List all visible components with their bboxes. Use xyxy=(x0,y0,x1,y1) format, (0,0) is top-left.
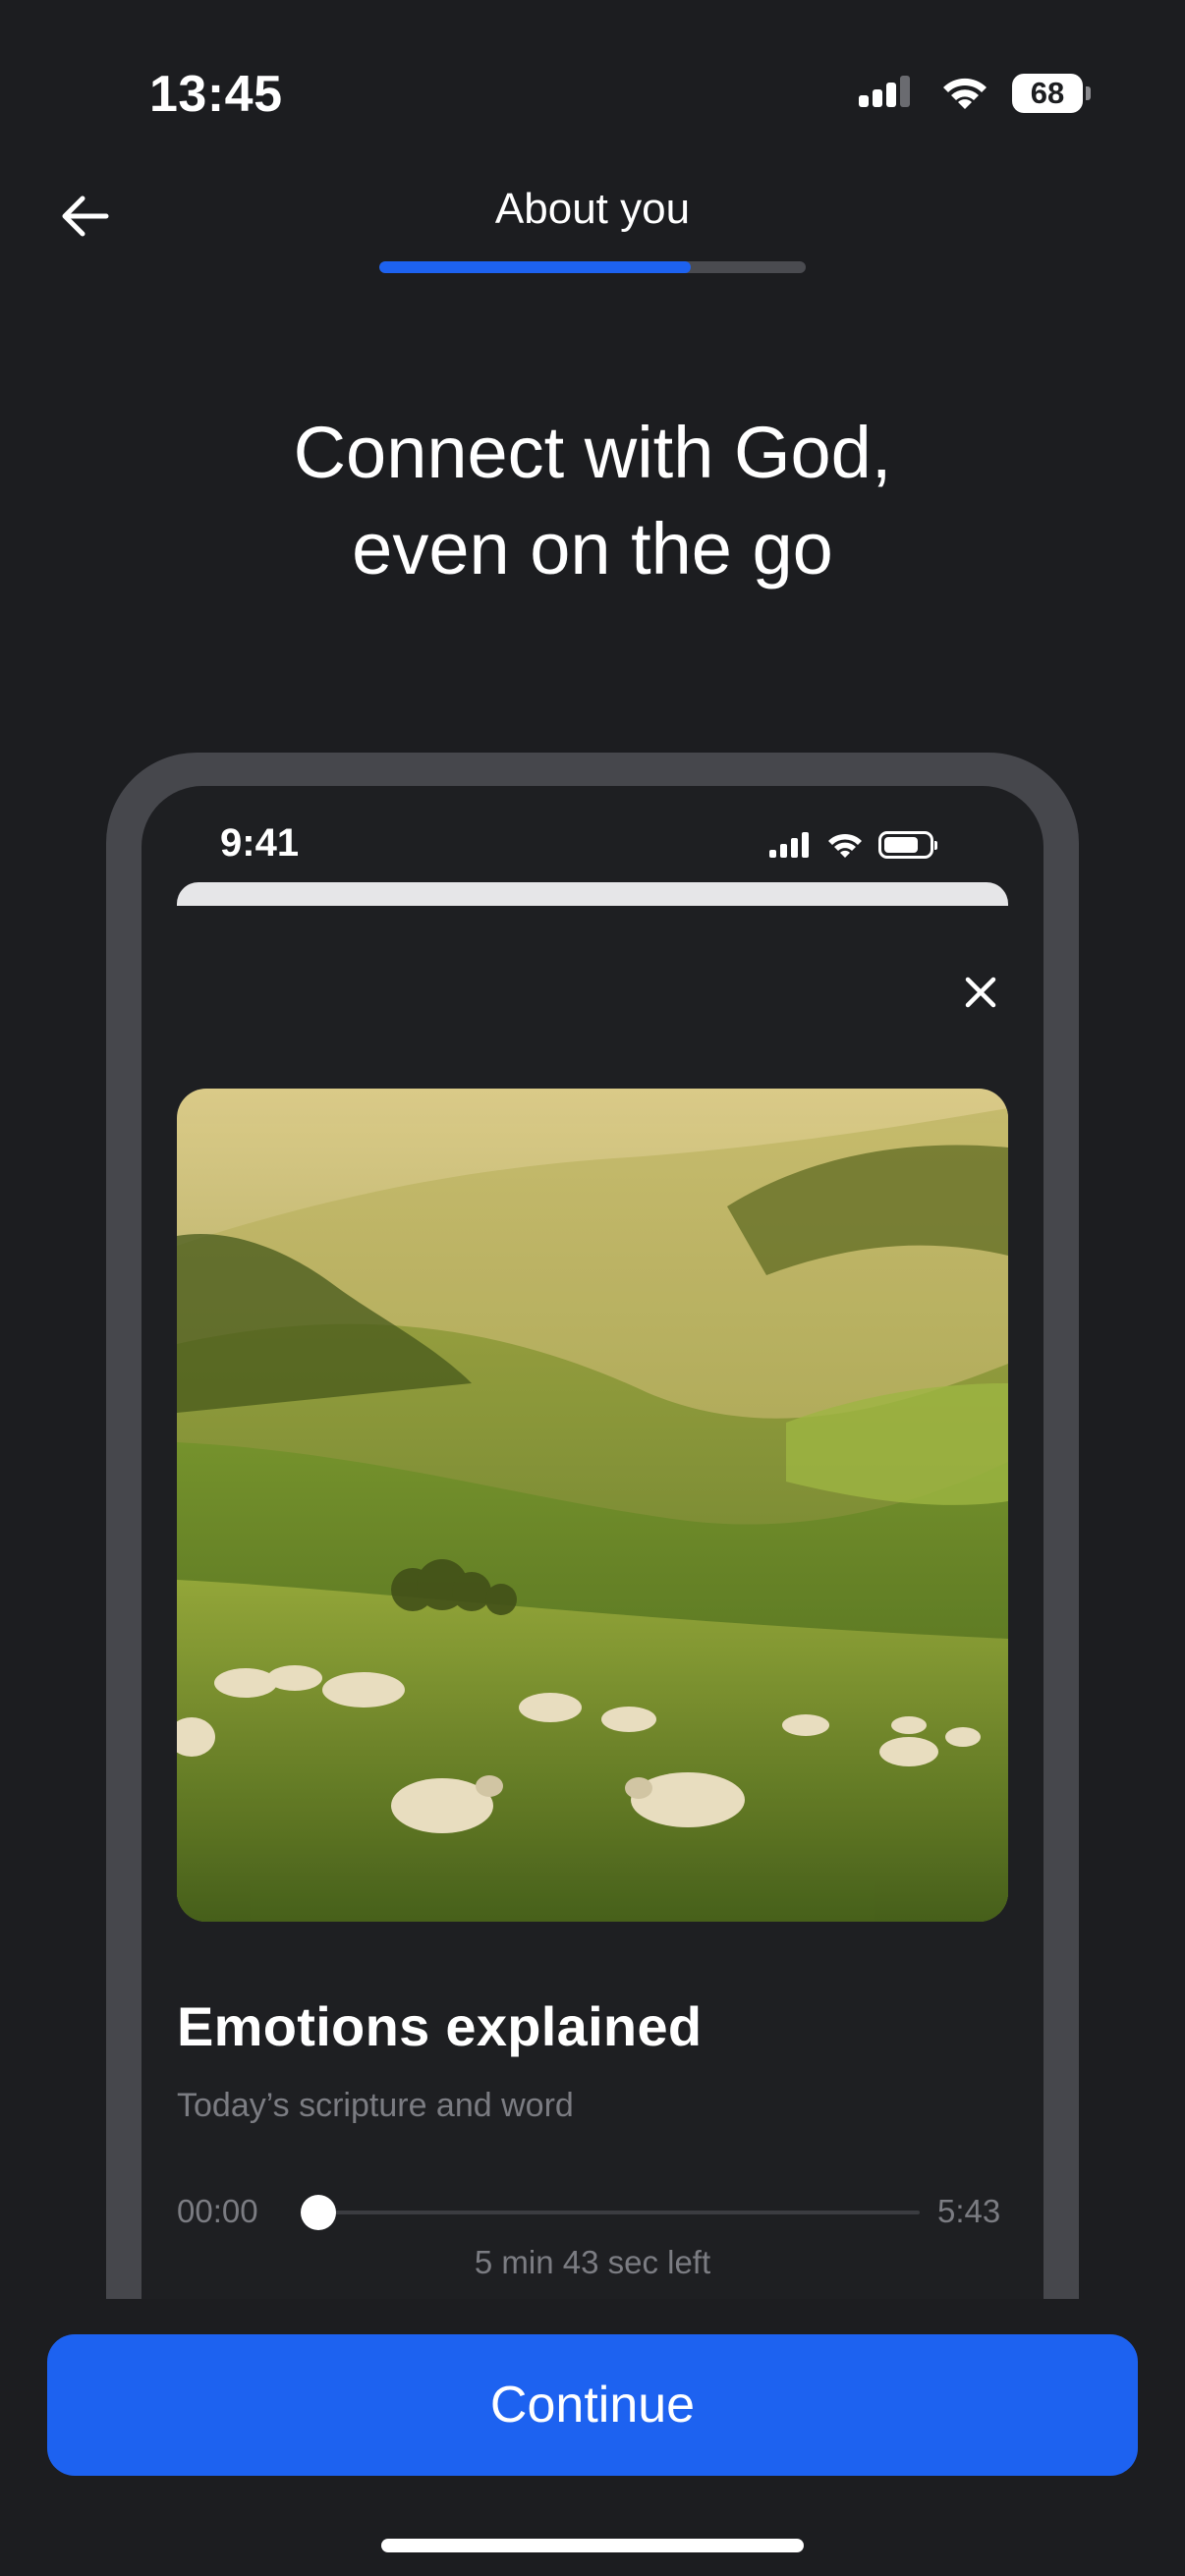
progress-bar xyxy=(379,261,806,273)
status-time: 13:45 xyxy=(149,66,283,123)
mockup-cellular-icon xyxy=(769,832,809,858)
cellular-signal-icon xyxy=(859,76,910,107)
status-icons: 68 xyxy=(857,69,1091,118)
cover-image xyxy=(177,1089,1008,1922)
headline: Connect with God, even on the go xyxy=(0,405,1185,597)
progress-bar-fill xyxy=(379,261,691,273)
close-button[interactable] xyxy=(951,963,1010,1022)
continue-button[interactable]: Continue xyxy=(47,2334,1138,2476)
elapsed-time: 00:00 xyxy=(177,2193,258,2229)
total-time: 5:43 xyxy=(937,2193,1001,2229)
home-indicator xyxy=(381,2539,804,2552)
time-remaining: 5 min 43 sec left xyxy=(474,2244,711,2280)
mockup-battery-icon xyxy=(878,831,937,859)
battery-icon: 68 xyxy=(1012,74,1091,113)
card-title: Emotions explained xyxy=(177,1995,703,2057)
card-subtitle: Today’s scripture and word xyxy=(177,2087,574,2124)
mockup-wifi-icon xyxy=(828,833,862,858)
headline-line-2: even on the go xyxy=(352,508,833,589)
page-title: About you xyxy=(494,185,691,233)
mockup-status-time: 9:41 xyxy=(220,821,300,865)
mockup-status-icons xyxy=(768,825,937,865)
audio-scrubber-thumb[interactable] xyxy=(301,2195,336,2230)
hills-sheep-illustration xyxy=(177,1089,1008,1922)
audio-scrubber-track[interactable] xyxy=(316,2211,920,2214)
battery-level: 68 xyxy=(1030,76,1065,110)
wifi-icon xyxy=(943,78,987,109)
sheet-handle-edge xyxy=(177,882,1008,906)
headline-line-1: Connect with God, xyxy=(293,412,892,493)
close-icon xyxy=(965,977,996,1008)
